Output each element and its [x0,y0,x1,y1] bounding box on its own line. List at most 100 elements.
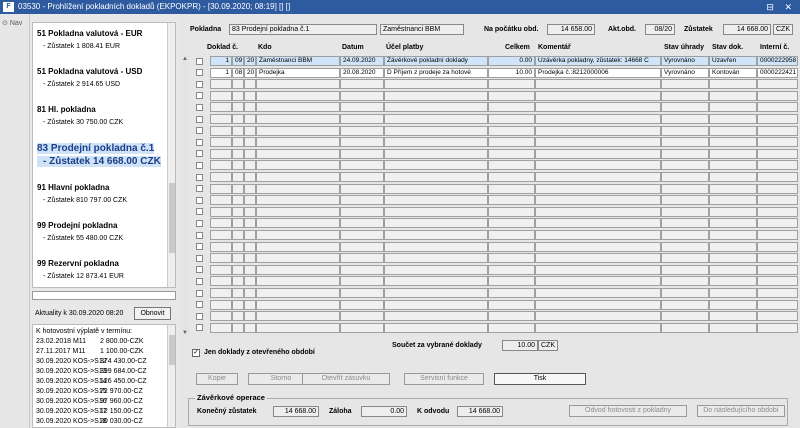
grid-cell[interactable] [232,230,244,240]
grid-cell[interactable] [256,195,340,206]
grid-cell[interactable] [256,206,340,217]
col-header-stav-uhrady[interactable]: Stav úhrady [664,44,704,54]
grid-cell[interactable] [210,79,232,90]
grid-cell[interactable] [340,183,384,194]
grid-cell[interactable] [661,137,709,148]
grid-cell[interactable] [488,148,535,159]
grid-cell[interactable] [488,160,535,171]
grid-cell[interactable] [232,102,244,113]
grid-cell[interactable] [256,276,340,287]
grid-cell[interactable] [232,299,244,310]
row-checkbox[interactable] [196,231,203,239]
grid-cell[interactable] [244,230,256,240]
register-item-99-prodejni[interactable]: 99 Prodejní pokladna - Zůstatek 55 480.0… [37,221,167,242]
grid-cell[interactable] [232,125,244,136]
grid-cell[interactable] [384,195,488,206]
grid-cell[interactable] [232,253,244,264]
grid-cell[interactable]: 24.09.2020 [340,56,384,66]
grid-cell[interactable]: Uzavřen [709,56,757,66]
grid-cell[interactable] [210,276,232,287]
grid-cell[interactable] [757,114,798,124]
grid-cell[interactable] [384,160,488,171]
grid-cell[interactable] [661,195,709,206]
grid-cell[interactable] [232,90,244,101]
grid-cell[interactable] [535,195,661,206]
row-checkbox[interactable] [196,185,203,193]
grid-cell[interactable] [757,206,798,217]
row-checkbox[interactable] [196,150,203,158]
grid-cell[interactable] [244,276,256,287]
grid-cell[interactable] [340,276,384,287]
grid-cell[interactable] [709,148,757,159]
grid-cell[interactable] [709,102,757,113]
grid-cell[interactable]: Vyrovnáno [661,56,709,66]
grid-cell[interactable] [384,264,488,275]
grid-cell[interactable] [384,230,488,240]
register-item-91[interactable]: 91 Hlavní pokladna - Zůstatek 810 797.00… [37,183,167,204]
grid-cell[interactable] [340,102,384,113]
grid-cell[interactable] [232,137,244,148]
grid-cell[interactable] [244,322,256,333]
grid-cell[interactable] [244,102,256,113]
grid-cell[interactable] [256,114,340,124]
grid-cell[interactable]: 0000222958 [757,56,798,66]
col-header-interni[interactable]: Interní č. [760,44,789,54]
grid-cell[interactable]: Vyrovnáno [661,67,709,78]
grid-cell[interactable] [384,137,488,148]
grid-cell[interactable] [232,160,244,171]
scroll-up-icon[interactable]: ▲ [182,56,188,62]
grid-cell[interactable] [232,172,244,182]
grid-cell[interactable] [488,264,535,275]
grid-cell[interactable] [232,79,244,90]
grid-cell[interactable] [709,79,757,90]
grid-cell[interactable] [244,172,256,182]
grid-cell[interactable] [709,264,757,275]
grid-cell[interactable]: 1 [210,56,232,66]
grid-cell[interactable] [256,183,340,194]
grid-cell[interactable] [340,311,384,322]
refresh-button[interactable]: Obnovit [134,307,171,320]
grid-cell[interactable] [661,311,709,322]
grid-cell[interactable]: 0.00 [488,56,535,66]
list-item[interactable]: 30.09.2020 KOS->S1712 150.00-CZ [36,408,168,415]
list-item[interactable]: 30.09.2020 KOS->S1697 960.00-CZ [36,398,168,405]
grid-cell[interactable] [535,160,661,171]
grid-cell[interactable] [757,125,798,136]
grid-cell[interactable] [535,90,661,101]
grid-cell[interactable] [661,114,709,124]
grid-cell[interactable] [210,264,232,275]
grid-cell[interactable] [340,125,384,136]
row-checkbox[interactable] [196,92,203,100]
grid-cell[interactable] [244,148,256,159]
grid-cell[interactable] [661,206,709,217]
grid-cell[interactable] [709,276,757,287]
col-header-doklad[interactable]: Doklad č. [207,44,238,54]
grid-cell[interactable] [340,230,384,240]
grid-cell[interactable]: 10.00 [488,67,535,78]
grid-cell[interactable] [232,114,244,124]
grid-cell[interactable] [256,311,340,322]
print-button[interactable]: Tisk [494,373,586,385]
row-checkbox[interactable] [196,69,203,77]
grid-scrollbar[interactable]: ▲ ▼ [182,56,189,338]
register-list-hscrollbar[interactable] [32,291,176,300]
row-checkbox[interactable] [196,254,203,262]
scroll-thumb[interactable] [169,335,175,365]
grid-cell[interactable] [488,114,535,124]
grid-cell[interactable] [244,206,256,217]
grid-cell[interactable] [757,230,798,240]
grid-cell[interactable] [709,253,757,264]
grid-cell[interactable] [535,137,661,148]
row-checkbox[interactable] [196,301,203,309]
grid-cell[interactable] [535,114,661,124]
grid-cell[interactable]: 20.08.2020 [340,67,384,78]
grid-cell[interactable] [210,102,232,113]
grid-cell[interactable] [488,288,535,298]
grid-cell[interactable] [210,90,232,101]
grid-cell[interactable] [535,125,661,136]
col-header-datum[interactable]: Datum [342,44,364,54]
grid-cell[interactable] [384,288,488,298]
grid-cell[interactable] [232,322,244,333]
grid-cell[interactable] [256,241,340,252]
grid-cell[interactable] [232,288,244,298]
